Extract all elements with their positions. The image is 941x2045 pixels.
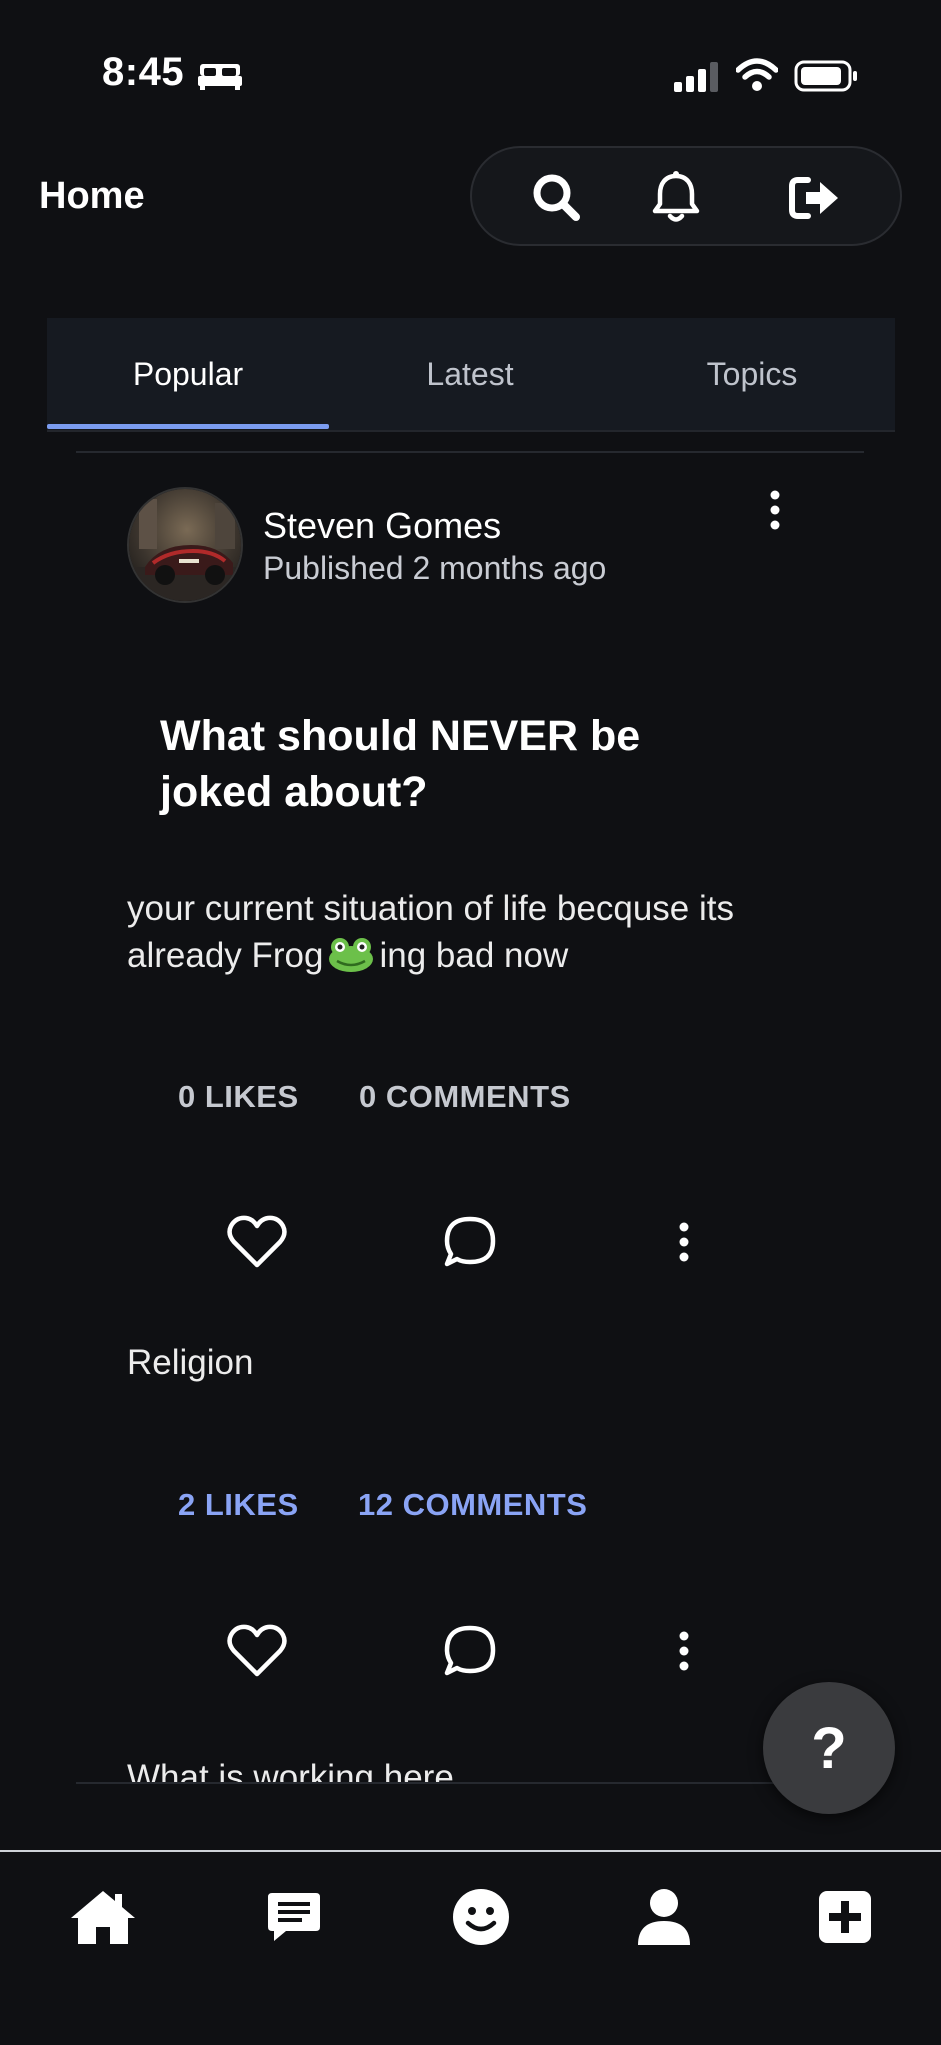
message-icon [268,1893,320,1941]
more-vertical-icon [679,1222,689,1262]
comment-button[interactable] [442,1214,498,1275]
post-title[interactable]: What should NEVER be joked about? [160,708,720,820]
tab-popular-label: Popular [132,355,244,392]
more-vertical-icon [770,490,780,530]
logout-icon [789,177,838,219]
more-actions-button-post2[interactable] [669,1629,699,1680]
bottom-navigation [0,1850,941,2045]
bell-icon [652,171,700,222]
nav-mood[interactable] [441,1882,521,1952]
wifi-icon [735,58,779,97]
home-icon [71,1891,135,1944]
frog-emoji-icon [327,935,375,985]
tab-topics-label: Topics [706,355,798,392]
comment-button-post2[interactable] [442,1623,498,1684]
page-title: Home [39,175,145,217]
status-time: 8:45 [102,50,185,94]
more-actions-button[interactable] [669,1220,699,1271]
post-options-button[interactable] [760,488,790,534]
status-bar: 8:45 [0,0,941,150]
tab-popular[interactable]: Popular [47,318,329,430]
speech-bubble-icon [444,1216,496,1267]
logout-button[interactable] [786,170,846,226]
more-vertical-icon [679,1631,689,1671]
notifications-button[interactable] [646,170,706,226]
home-screen: 8:45 Home Popular Latest Topics Steven G… [0,0,941,2045]
likes-count[interactable]: 0 LIKES [178,1079,299,1115]
add-square-icon [819,1891,871,1943]
feed-tabs: Popular Latest Topics [47,318,895,432]
search-icon [533,174,580,221]
feed-top-divider [76,451,864,453]
published-time: Published 2 months ago [263,550,607,586]
post-topic-label[interactable]: Religion [127,1343,253,1383]
cellular-signal-icon [674,62,722,97]
like-button[interactable] [226,1215,288,1274]
tab-latest[interactable]: Latest [329,318,611,430]
active-tab-indicator [47,424,329,429]
nav-messages[interactable] [254,1882,334,1952]
comments-count-post2[interactable]: 12 COMMENTS [358,1487,587,1523]
tab-latest-label: Latest [426,355,514,392]
nav-home[interactable] [63,1882,143,1952]
nav-profile[interactable] [624,1882,704,1952]
like-button-post2[interactable] [226,1624,288,1683]
search-button[interactable] [528,170,588,226]
heart-icon [227,1215,287,1268]
feed-bottom-divider [76,1782,864,1784]
heart-icon [227,1624,287,1677]
user-icon [638,1889,690,1945]
help-button[interactable]: ? [763,1682,895,1814]
nav-create-post[interactable] [805,1882,885,1952]
post-body: your current situation of life becquse i… [127,885,827,985]
author-name[interactable]: Steven Gomes [263,505,501,547]
post-body-text-end: ing bad now [379,936,569,975]
speech-bubble-icon [444,1625,496,1676]
bed-icon [198,60,242,97]
battery-icon [794,60,858,97]
smiley-icon [453,1889,509,1945]
partial-post-text: What is working here [127,1758,454,1782]
author-avatar[interactable] [127,487,243,603]
comments-count[interactable]: 0 COMMENTS [359,1079,571,1115]
likes-count-post2[interactable]: 2 LIKES [178,1487,299,1523]
tab-topics[interactable]: Topics [611,318,893,430]
header-action-bar [470,146,902,246]
